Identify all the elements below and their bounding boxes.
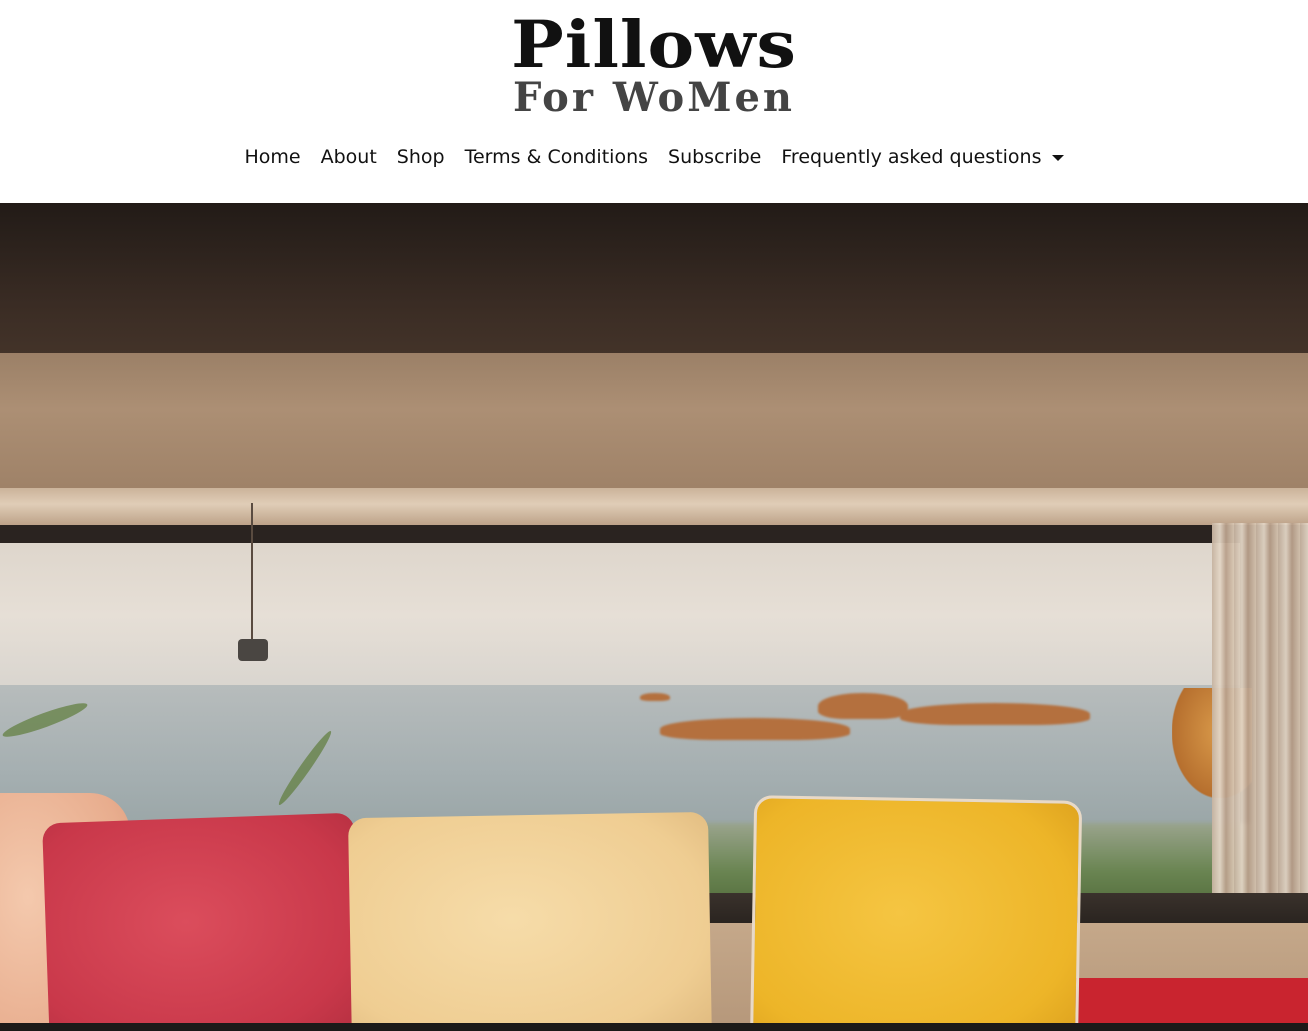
logo-subtitle: For WoMen [512,74,796,121]
logo-title: Pillows [511,6,797,83]
power-cord [251,503,253,643]
nav-item-label: Subscribe [668,146,762,168]
rock-shape [660,718,850,740]
nav-item-label: Shop [396,146,445,168]
hero-bottom-edge [0,1023,1308,1031]
nav-item-label: Home [244,146,301,168]
hero-window-frame [0,525,1308,545]
hero-valance [0,353,1308,493]
hero-image [0,203,1308,1031]
rock-shape [900,703,1090,725]
pillow-cream [348,811,712,1031]
nav-item-subscribe[interactable]: Subscribe [658,146,771,168]
nav-item-shop[interactable]: Shop [387,146,455,168]
site-header: Pillows For WoMen Home About Shop Terms … [0,0,1308,203]
nav-item-label: About [320,146,377,168]
nav-item-home[interactable]: Home [235,146,311,168]
caret-down-icon [1051,155,1064,161]
rock-shape [640,693,670,701]
main-nav: Home About Shop Terms & Conditions Subsc… [0,146,1308,168]
plug-icon [238,639,268,661]
pillow-red [42,812,362,1031]
rock-shape [818,693,908,719]
pillow-yellow [749,795,1083,1031]
hero-window-rail [0,488,1308,528]
site-logo[interactable]: Pillows For WoMen [0,10,1308,118]
nav-item-label: Frequently asked questions [781,146,1042,168]
hero-curtain [1212,523,1308,943]
hero-sky [0,543,1240,688]
nav-item-faq-dropdown[interactable]: Frequently asked questions [771,146,1073,168]
nav-item-about[interactable]: About [311,146,387,168]
nav-item-label: Terms & Conditions [464,146,649,168]
nav-item-terms[interactable]: Terms & Conditions [455,146,658,168]
